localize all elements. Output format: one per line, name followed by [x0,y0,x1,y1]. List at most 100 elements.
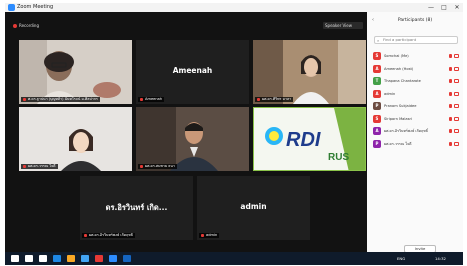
video-tile[interactable]: Ameenah Ameenah [136,40,249,104]
participant-row[interactable]: A ผศ.ดร.อิรวินทร์พงษ์ เกิดฤทธิ์ [373,125,461,138]
participant-avatar: T [373,77,381,85]
tile-label-text: ผศ.ดร.สมชาย ธนา [145,164,175,168]
video-tile[interactable]: admin admin [197,176,310,240]
taskbar-store-icon[interactable] [81,255,89,262]
video-tile[interactable]: ผศ.ดร.วรรณ ใจดี [19,107,132,171]
participant-row[interactable]: P ผศ.ดร.วรรณ ใจดี [373,138,461,151]
tile-label-text: ผศ.ดร.อิรวินทร์พงษ์ เกิดฤทธิ์ [89,233,133,237]
taskbar: ENG 14:32 [5,252,463,265]
muted-mic-icon[interactable] [449,129,452,133]
participant-avatar: A [373,64,381,73]
participant-avatar: S [373,114,381,123]
title-bar: Zoom Meeting — □ ✕ [5,3,463,12]
video-off-icon[interactable] [454,141,459,146]
taskbar-explorer-icon[interactable] [67,255,75,262]
muted-mic-icon[interactable] [449,66,452,71]
participant-avatar: P [373,102,381,110]
participant-name-label: admin [199,233,220,238]
participant-name: Somchai (Me) [384,54,409,58]
participant-display-name: Ameenah [172,66,213,75]
tile-label-text: ผศ.ดร.วรรณ ใจดี [28,164,56,168]
meeting-area: Recording Speaker View ศ.ดร.ฐาปนา (บุญหล… [5,12,367,252]
taskbar-word-icon[interactable] [123,255,131,262]
tile-label-text: admin [206,233,218,237]
muted-mic-icon[interactable] [449,91,452,96]
participant-display-name: ดร.อิรวินทร์ เกิด... [105,203,168,212]
tray-language[interactable]: ENG [397,255,405,262]
participant-list: S Somchai (Me) A Ameenah (Host) T Thapana Cha… [373,50,461,150]
participant-name: ผศ.ดร.อิรวินทร์พงษ์ เกิดฤทธิ์ [384,129,428,133]
muted-mic-icon [84,234,87,237]
participant-display-name: admin [240,202,267,211]
video-off-icon[interactable] [454,104,459,108]
participant-name: Ameenah (Host) [384,66,414,71]
participant-row[interactable]: P Pranom Sukjaidee [373,100,461,113]
participant-name: Thapana Chantarote [384,79,421,83]
participant-avatar: A [373,89,381,98]
rdi-rus-logo: RDI RUS [254,108,365,170]
logo-text-rus: RUS [328,152,349,163]
participant-row[interactable]: S Somchai (Me) [373,50,461,63]
video-tile[interactable]: RDI RUS [253,107,366,171]
tray-clock[interactable]: 14:32 [435,255,446,262]
muted-mic-icon [257,98,260,101]
participant-name-label: ผศ.ดร.อิรวินทร์พงษ์ เกิดฤทธิ์ [82,233,135,238]
participant-name-label: ผศ.ดร.สมชาย ธนา [138,164,177,169]
muted-mic-icon[interactable] [449,79,452,83]
minimize-button[interactable]: — [425,3,437,12]
taskbar-search-icon[interactable] [25,255,33,262]
participant-name: Pranom Sukjaidee [384,104,417,108]
zoom-app-icon [8,4,15,11]
search-icon: ⌕ [377,38,380,43]
video-off-icon[interactable] [454,66,459,71]
video-tile[interactable]: ดร.อิรวินทร์ เกิด... ผศ.ดร.อิรวินทร์พงษ์… [80,176,193,240]
participant-row[interactable]: A Ameenah (Host) [373,63,461,76]
video-off-icon[interactable] [454,79,459,83]
participant-name-label: Ameenah [138,97,165,102]
taskbar-chrome-icon[interactable] [95,255,103,262]
participant-row[interactable]: Aadmin [373,88,461,101]
video-off-icon[interactable] [454,129,459,133]
participants-title: Participants (8) [397,18,433,23]
close-button[interactable]: ✕ [451,3,463,12]
video-off-icon[interactable] [454,116,459,121]
logo-text-rdi: RDI [286,129,321,151]
participant-row[interactable]: S Siriporn Malasri [373,113,461,126]
video-tile[interactable]: ผศ.ดร.สมชาย ธนา [136,107,249,171]
taskbar-windows-icon[interactable] [11,255,19,262]
muted-mic-icon [140,165,143,168]
muted-mic-icon[interactable] [449,54,452,58]
muted-mic-icon [201,234,204,237]
video-tile[interactable]: ผศ.ดร.ศิริพร มาลา [253,40,366,104]
recording-indicator: Recording [13,23,39,29]
participant-avatar: A [373,127,381,135]
participant-video [19,40,132,104]
muted-mic-icon[interactable] [449,104,452,108]
participant-name: ผศ.ดร.วรรณ ใจดี [384,141,412,146]
video-off-icon[interactable] [454,54,459,58]
participant-avatar: S [373,52,381,60]
taskbar-zoom-icon[interactable] [109,255,117,262]
tile-label-text: Ameenah [145,97,163,101]
tile-label-text: ศ.ดร.ฐาปนา (บุญหล้า) ฉันทโรจน์ ม.ศิลปากร [28,97,98,101]
screen: Zoom Meeting — □ ✕ Recording Speaker Vie… [5,3,463,265]
maximize-button[interactable]: □ [438,3,450,12]
recording-label: Recording [19,23,40,28]
video-tile[interactable]: ศ.ดร.ฐาปนา (บุญหล้า) ฉันทโรจน์ ม.ศิลปากร [19,40,132,104]
participant-name-label: ศ.ดร.ฐาปนา (บุญหล้า) ฉันทโรจน์ ม.ศิลปากร [21,97,100,102]
tile-label-text: ผศ.ดร.ศิริพร มาลา [262,97,292,101]
search-placeholder: Find a participant [383,37,417,42]
participant-name: Siriporn Malasri [384,116,412,121]
participant-name-label: ผศ.ดร.ศิริพร มาลา [255,97,294,102]
participant-avatar: P [373,139,381,148]
muted-mic-icon[interactable] [449,116,452,121]
view-button[interactable]: Speaker View [323,22,363,29]
muted-mic-icon[interactable] [449,141,452,146]
participant-row[interactable]: T Thapana Chantarote [373,75,461,88]
video-off-icon[interactable] [454,91,459,96]
participant-search-input[interactable]: ⌕ Find a participant [374,36,458,44]
taskbar-task-view-icon[interactable] [39,255,47,262]
muted-mic-icon [23,165,26,168]
taskbar-edge-icon[interactable] [53,255,61,262]
participant-name: admin [384,91,396,96]
